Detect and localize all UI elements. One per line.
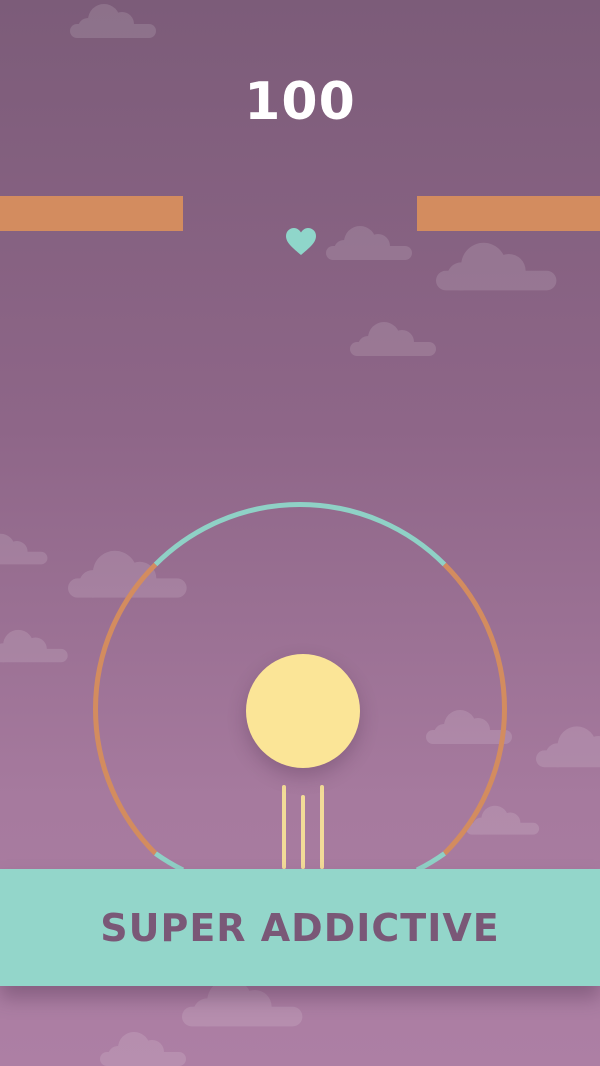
cloud-icon [326, 226, 412, 260]
cloud-icon [68, 550, 187, 598]
cloud-icon [100, 1032, 186, 1066]
cloud-icon [70, 4, 156, 38]
wall-left [0, 196, 183, 231]
promo-banner: SUPER ADDICTIVE [0, 869, 600, 986]
ball-trail [282, 785, 324, 869]
heart-icon [286, 228, 316, 255]
ring-segment-teal-bottom-left [154, 851, 185, 873]
ring-segment-orange-left [93, 562, 158, 856]
player-ball[interactable] [246, 654, 360, 768]
cloud-icon [350, 322, 436, 356]
cloud-icon [436, 242, 557, 291]
ring-segment-teal-bottom-right [415, 851, 446, 873]
cloud-icon [536, 726, 600, 768]
banner-text: SUPER ADDICTIVE [100, 905, 500, 950]
cloud-icon [426, 710, 512, 744]
ring-segment-teal-top [153, 502, 447, 567]
score-display: 100 [244, 72, 356, 132]
cloud-icon [0, 533, 48, 565]
wall-right [417, 196, 600, 231]
cloud-icon [0, 629, 68, 663]
